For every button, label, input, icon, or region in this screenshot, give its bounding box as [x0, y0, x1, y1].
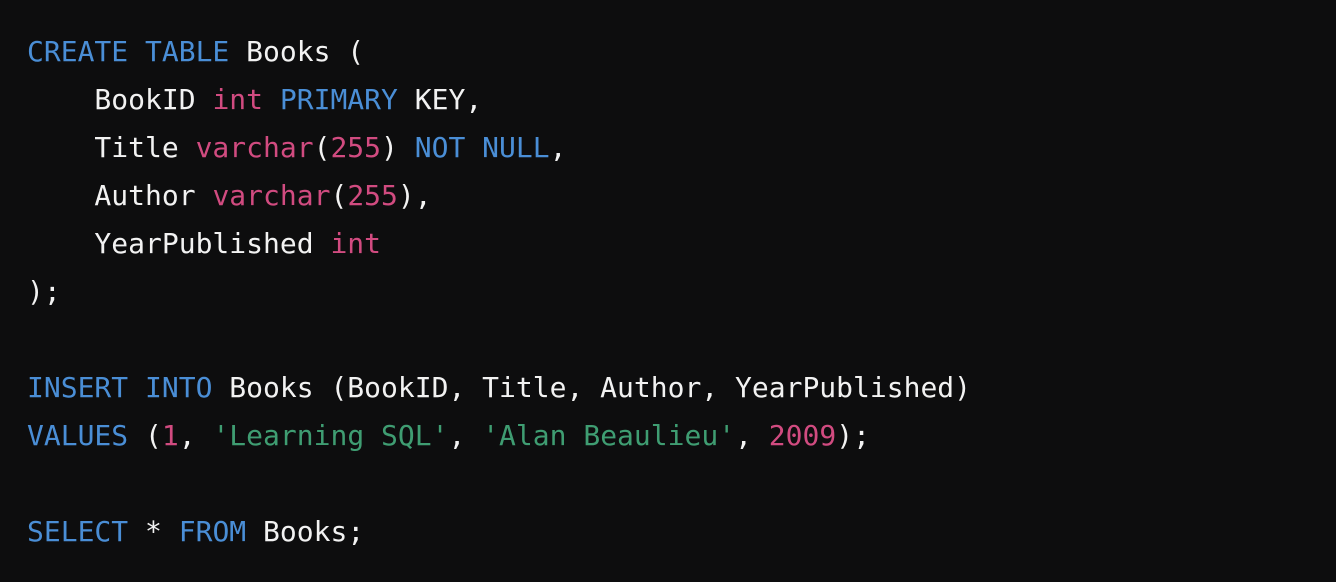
code-token-number: 255 — [330, 131, 382, 164]
code-token-type: int — [212, 83, 264, 116]
code-token-keyword: FROM — [178, 515, 247, 548]
code-token-plain: YearPublished — [27, 227, 331, 260]
code-token-keyword: INSERT INTO — [27, 371, 213, 404]
code-line: YearPublished int — [27, 220, 1336, 268]
code-token-keyword: CREATE TABLE — [27, 35, 230, 68]
code-token-plain: Books; — [246, 515, 365, 548]
code-token-keyword: VALUES — [27, 419, 129, 452]
code-token-plain: Books ( — [229, 35, 365, 68]
code-token-plain: Books (BookID, Title, Author, YearPublis… — [212, 371, 972, 404]
code-token-number: 255 — [347, 179, 398, 212]
code-token-keyword: NOT NULL — [414, 131, 550, 164]
code-token-punct: , — [448, 419, 483, 452]
code-token-punct: , — [735, 419, 769, 452]
code-token-punct: , — [549, 131, 567, 164]
code-token-plain: Title — [27, 131, 196, 164]
code-token-type: varchar — [195, 131, 314, 164]
code-line: Author varchar(255), — [27, 172, 1336, 220]
code-token-keyword: PRIMARY — [279, 83, 398, 116]
code-block[interactable]: CREATE TABLE Books ( BookID int PRIMARY … — [27, 28, 1336, 556]
code-line: ); — [27, 268, 1336, 316]
code-token-plain: * — [128, 515, 179, 548]
code-token-number: 1 — [161, 419, 179, 452]
code-line: BookID int PRIMARY KEY, — [27, 76, 1336, 124]
code-token-punct: ); — [27, 275, 61, 308]
code-line: VALUES (1, 'Learning SQL', 'Alan Beaulie… — [27, 412, 1336, 460]
code-token-type: int — [330, 227, 382, 260]
code-token-punct: ( — [330, 179, 348, 212]
code-token-punct: , — [178, 419, 213, 452]
code-token-keyword: SELECT — [27, 515, 129, 548]
code-line: INSERT INTO Books (BookID, Title, Author… — [27, 364, 1336, 412]
code-token-plain: Author — [27, 179, 213, 212]
code-token-type: varchar — [212, 179, 331, 212]
code-token-plain: KEY, — [397, 83, 483, 116]
code-token-punct: ( — [313, 131, 331, 164]
code-token-punct: ( — [128, 419, 162, 452]
code-token-plain: BookID — [27, 83, 213, 116]
code-line: SELECT * FROM Books; — [27, 508, 1336, 556]
code-token-punct: ) — [381, 131, 415, 164]
code-editor[interactable]: CREATE TABLE Books ( BookID int PRIMARY … — [0, 0, 1336, 582]
code-line: Title varchar(255) NOT NULL, — [27, 124, 1336, 172]
code-token-string: 'Learning SQL' — [212, 419, 449, 452]
code-token-number: 2009 — [768, 419, 837, 452]
code-token-string: 'Alan Beaulieu' — [482, 419, 736, 452]
code-token-punct: ); — [836, 419, 870, 452]
code-line: CREATE TABLE Books ( — [27, 28, 1336, 76]
code-token-punct: ), — [397, 179, 432, 212]
